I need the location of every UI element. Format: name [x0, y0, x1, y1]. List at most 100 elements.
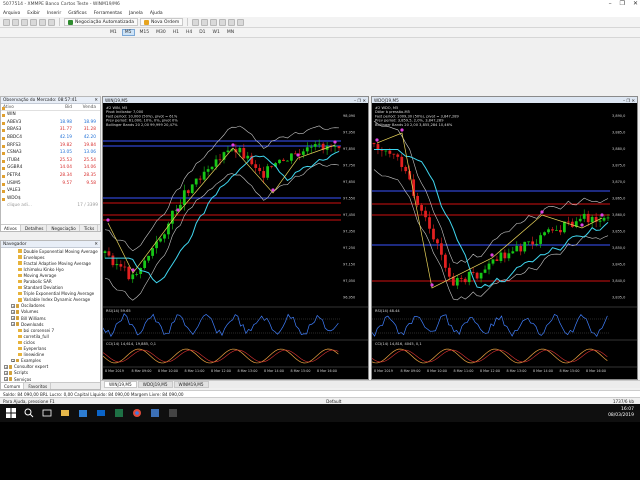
candle-body: [578, 218, 582, 222]
chart-tab[interactable]: WDOJ19,M5: [137, 381, 173, 388]
chart-window-win[interactable]: WINJ19,M5 – ❐ ✕ #2 WIN, M5 Pivot Indicator…: [102, 96, 369, 380]
bid-price: 31.77: [59, 127, 72, 133]
col-bid[interactable]: Bid: [46, 105, 72, 110]
timeframe-m1[interactable]: M1: [108, 30, 119, 35]
tab-symbols[interactable]: Ativos: [1, 225, 21, 231]
market-watch-row[interactable]: WDO$: [1, 195, 100, 203]
timeframe-h1[interactable]: H1: [171, 30, 181, 35]
store-icon[interactable]: [76, 406, 90, 420]
expand-icon[interactable]: +: [11, 322, 15, 326]
market-watch-icon[interactable]: [21, 18, 28, 26]
tab-details[interactable]: Detalhes: [22, 225, 48, 231]
chart-tab[interactable]: WINM19,M5: [173, 381, 209, 388]
candlestick-icon[interactable]: [201, 18, 209, 26]
zoom-out-icon[interactable]: [228, 18, 236, 26]
timeframe-mn[interactable]: MN: [225, 30, 236, 35]
menu-charts[interactable]: Gráficos: [68, 11, 87, 16]
pivot-point: [231, 143, 235, 147]
market-watch-row[interactable]: VALE3: [1, 187, 100, 195]
menu-help[interactable]: Ajuda: [150, 11, 163, 16]
system-clock[interactable]: 16:07 08/03/2019: [608, 407, 634, 419]
market-watch-row[interactable]: ITUB4 25.53 25.54: [1, 157, 100, 165]
timeframe-d1[interactable]: D1: [197, 30, 207, 35]
navigator-icon[interactable]: [39, 18, 46, 26]
navigator-item-label: Volumes: [21, 309, 39, 315]
line-chart-icon[interactable]: [210, 18, 218, 26]
add-symbol-row[interactable]: clique adi... 17 / 3399: [1, 202, 100, 209]
close-button[interactable]: ✕: [633, 0, 638, 7]
tab-favorites[interactable]: Favoritos: [25, 383, 52, 389]
expand-icon[interactable]: +: [11, 358, 15, 363]
candle-body: [467, 272, 471, 283]
price-tick-label: 97,950: [343, 131, 355, 135]
timeframe-m5[interactable]: M5: [121, 29, 135, 36]
menu-tools[interactable]: Ferramentas: [94, 11, 122, 16]
market-watch-row[interactable]: USIM5 9.57 9.58: [1, 179, 100, 187]
col-ask[interactable]: Venda: [72, 105, 98, 110]
chart-tab[interactable]: WINJ19,M5: [104, 381, 137, 388]
tab-ticks[interactable]: Ticks: [81, 225, 99, 231]
folder-icon[interactable]: [58, 406, 72, 420]
close-icon[interactable]: – ❐ ✕: [354, 98, 366, 103]
menu-view[interactable]: Exibir: [27, 11, 40, 16]
minimize-button[interactable]: –: [609, 0, 612, 7]
time-tick-label: 8 Mar 2019: [105, 369, 124, 373]
expand-icon[interactable]: +: [11, 310, 15, 314]
menu-insert[interactable]: Inserir: [47, 11, 61, 16]
chart-window-wdo[interactable]: WDOJ19,M5 – ❐ ✕ #2 WDO, M5 Dólar à pressão…: [371, 96, 638, 380]
timeframe-m30[interactable]: M30: [154, 30, 168, 35]
timeframe-h4[interactable]: H4: [184, 30, 194, 35]
market-watch-row[interactable]: BRFS3 19.82 19.84: [1, 141, 100, 149]
col-symbol[interactable]: Ativo: [1, 105, 46, 110]
chart-canvas[interactable]: #2 WIN, M5Pivot Indicator 7,000Fast peri…: [102, 103, 368, 379]
task-view-icon[interactable]: [40, 406, 54, 420]
market-watch-row[interactable]: BBDC4 42.19 42.20: [1, 134, 100, 142]
folder-icon: [15, 316, 19, 320]
terminal-icon[interactable]: [48, 18, 55, 26]
market-watch-row[interactable]: ABEV3 18.98 18.99: [1, 119, 100, 127]
market-watch-row[interactable]: WIN: [1, 111, 100, 119]
candle-body: [582, 213, 586, 219]
close-icon[interactable]: ✕: [94, 242, 98, 247]
maximize-button[interactable]: ❐: [620, 0, 625, 7]
tab-common[interactable]: Comum: [1, 383, 25, 389]
expand-icon[interactable]: +: [11, 304, 15, 308]
new-chart-icon[interactable]: [3, 18, 10, 26]
app-icon[interactable]: [166, 406, 180, 420]
chrome-icon[interactable]: [130, 406, 144, 420]
menu-window[interactable]: Janela: [129, 11, 143, 16]
profiles-icon[interactable]: [12, 18, 19, 26]
navigator-item-label: Consultor expert: [14, 364, 49, 370]
expand-icon[interactable]: +: [4, 365, 8, 369]
market-watch-row[interactable]: GGBR4 14.04 14.06: [1, 164, 100, 172]
timeframe-w1[interactable]: W1: [211, 30, 222, 35]
market-watch-row[interactable]: BBAS3 31.77 31.28: [1, 126, 100, 134]
close-icon[interactable]: ✕: [94, 98, 98, 103]
data-window-icon[interactable]: [30, 18, 37, 26]
auto-trading-button[interactable]: Negociação Automatizada: [64, 18, 138, 26]
pivot-point: [176, 208, 180, 212]
chart-canvas[interactable]: #2 WDO, M5Dólar à pressão-M5Fast period:…: [371, 103, 637, 379]
windows-start-icon[interactable]: [4, 406, 18, 420]
indicator-icon: [18, 328, 22, 333]
bar-chart-icon[interactable]: [192, 18, 200, 26]
menu-file[interactable]: Arquivo: [3, 11, 20, 16]
zoom-in-icon[interactable]: [219, 18, 227, 26]
metatrader-icon[interactable]: [148, 406, 162, 420]
excel-icon[interactable]: [112, 406, 126, 420]
mail-icon[interactable]: [94, 406, 108, 420]
candle-body: [436, 239, 439, 244]
timeframe-m15[interactable]: M15: [138, 30, 152, 35]
close-icon[interactable]: – ❐ ✕: [623, 98, 635, 103]
tab-trading[interactable]: Negociação: [48, 225, 80, 231]
expand-icon[interactable]: +: [11, 316, 15, 320]
market-watch-row[interactable]: CSNA3 13.05 13.06: [1, 149, 100, 157]
symbol-name: BRFS3: [1, 143, 46, 148]
expand-icon[interactable]: +: [4, 377, 8, 381]
new-order-button[interactable]: Nova Ordem: [139, 18, 184, 26]
cci-label: CCI(14) 14,614, 19,885, 0,1: [106, 342, 156, 346]
search-icon[interactable]: [22, 406, 36, 420]
market-watch-row[interactable]: PETR4 28.34 28.35: [1, 172, 100, 180]
expand-icon[interactable]: +: [4, 371, 8, 375]
tile-windows-icon[interactable]: [237, 18, 245, 26]
